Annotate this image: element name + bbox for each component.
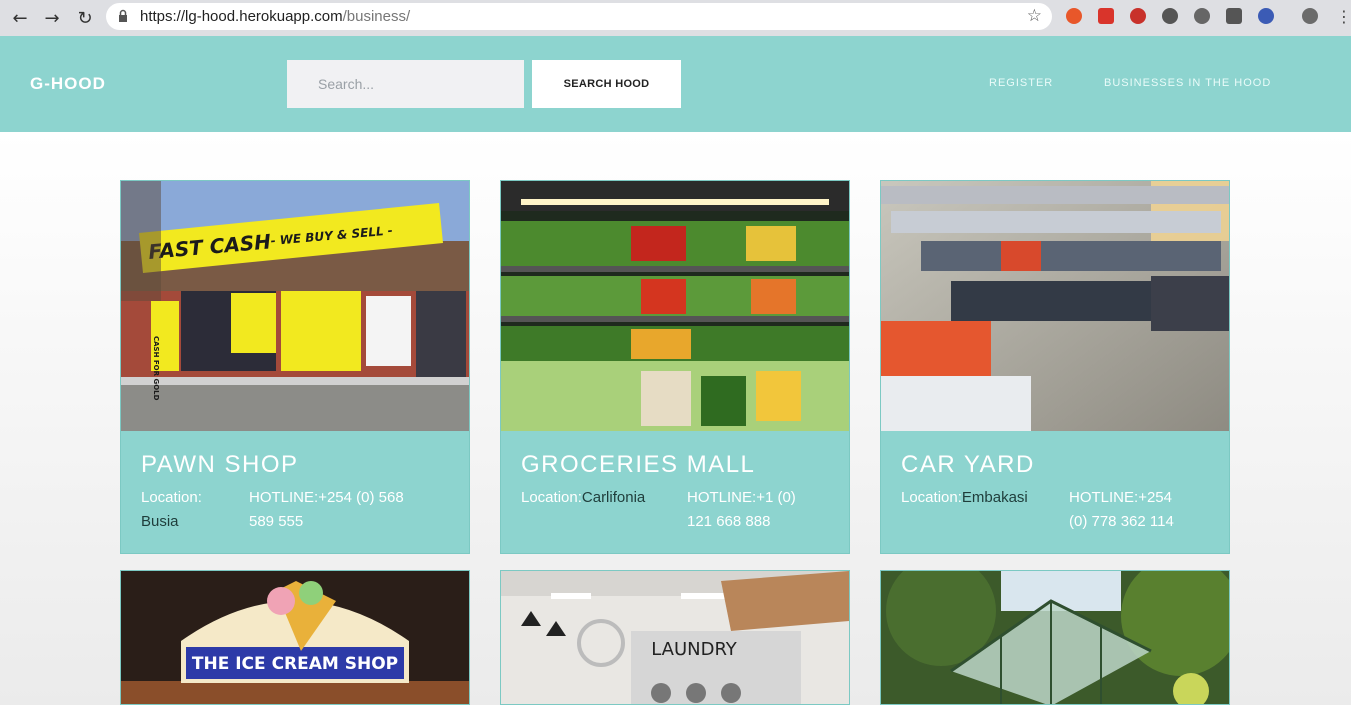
adblock-icon[interactable] [1130,8,1146,24]
nav-businesses[interactable]: BUSINESSES IN THE HOOD [1104,77,1271,89]
brand-logo[interactable]: G-HOOD [30,74,106,94]
reload-icon[interactable]: ↻ [73,6,97,30]
location-block: Location: Busia [141,486,251,534]
avatar[interactable] [1302,8,1318,24]
business-image: THE ICE CREAM SHOP [121,571,469,704]
business-image [881,571,1229,704]
sign-ice-cream-shop: THE ICE CREAM SHOP [192,654,398,674]
hotline-value: +254 [1138,489,1172,506]
hotline-value-cont: 589 555 [249,513,304,530]
url-text: https://lg-hood.herokuapp.com/business/ [140,8,410,25]
hotline-label: HOTLINE: [249,489,319,506]
location-block: Location:Embakasi [901,486,1071,510]
business-image: LAUNDRY [501,571,849,704]
hotline-value-cont: (0) 778 362 114 [1069,513,1174,530]
hotline-value: +1 (0) [756,489,796,506]
url-path: /business/ [342,8,411,25]
location-value: Embakasi [961,489,1028,506]
location-label: Location: [141,489,202,506]
address-bar[interactable]: https://lg-hood.herokuapp.com/business/ … [106,3,1052,30]
extension-icon[interactable] [1162,8,1178,24]
search-button[interactable]: SEARCH HOOD [532,60,681,108]
business-card[interactable]: FAST CASH - WE BUY & SELL - CASH FOR GOL… [120,180,470,554]
lock-icon [119,9,127,22]
extension-icon[interactable] [1194,8,1210,24]
hotline-block: HOTLINE:+254 (0) 568 589 555 [249,486,459,534]
business-card[interactable]: LAUNDRY [500,570,850,705]
site-header: G-HOOD SEARCH HOOD REGISTER BUSINESSES I… [0,36,1351,132]
business-grid: FAST CASH - WE BUY & SELL - CASH FOR GOL… [0,132,1351,705]
hotline-value: +254 (0) 568 [318,489,404,506]
bookmark-star-icon[interactable]: ☆ [1027,6,1042,26]
search-input[interactable] [287,60,524,108]
menu-icon[interactable]: ⋮ [1336,7,1351,26]
hotline-label: HOTLINE: [687,489,757,506]
extension-icon[interactable] [1098,8,1114,24]
business-image [501,181,849,431]
business-card[interactable] [880,570,1230,705]
business-title: CAR YARD [901,451,1035,478]
hotline-label: HOTLINE: [1069,489,1139,506]
nav-register[interactable]: REGISTER [989,77,1053,89]
camera-icon[interactable] [1226,8,1242,24]
sign-laundry: LAUNDRY [651,639,738,660]
business-image [881,181,1229,431]
hotline-block: HOTLINE:+254 (0) 778 362 114 [1069,486,1219,534]
sign-cash-for-gold: CASH FOR GOLD [152,336,160,401]
browser-toolbar: ← → ↻ https://lg-hood.herokuapp.com/busi… [0,0,1351,36]
hotline-value-cont: 121 668 888 [687,513,771,530]
business-card[interactable]: CAR YARD Location:Embakasi HOTLINE:+254 … [880,180,1230,554]
business-card[interactable]: THE ICE CREAM SHOP [120,570,470,705]
business-title: PAWN SHOP [141,451,299,478]
location-block: Location:Carlifonia [521,486,691,510]
business-title: GROCERIES MALL [521,451,756,478]
url-host: https://lg-hood.herokuapp.com [140,8,343,25]
forward-icon[interactable]: → [40,6,64,30]
business-card[interactable]: GROCERIES MALL Location:Carlifonia HOTLI… [500,180,850,554]
card-body: CAR YARD Location:Embakasi HOTLINE:+254 … [881,431,1229,553]
location-value: Carlifonia [581,489,646,506]
card-body: GROCERIES MALL Location:Carlifonia HOTLI… [501,431,849,553]
location-label: Location: [901,489,962,506]
extension-icon[interactable] [1258,8,1274,24]
location-label: Location: [521,489,582,506]
business-image: FAST CASH - WE BUY & SELL - CASH FOR GOL… [121,181,469,431]
card-body: PAWN SHOP Location: Busia HOTLINE:+254 (… [121,431,469,553]
hotline-block: HOTLINE:+1 (0) 121 668 888 [687,486,837,534]
back-icon[interactable]: ← [8,6,32,30]
location-value: Busia [141,513,179,530]
extension-icon[interactable] [1066,8,1082,24]
